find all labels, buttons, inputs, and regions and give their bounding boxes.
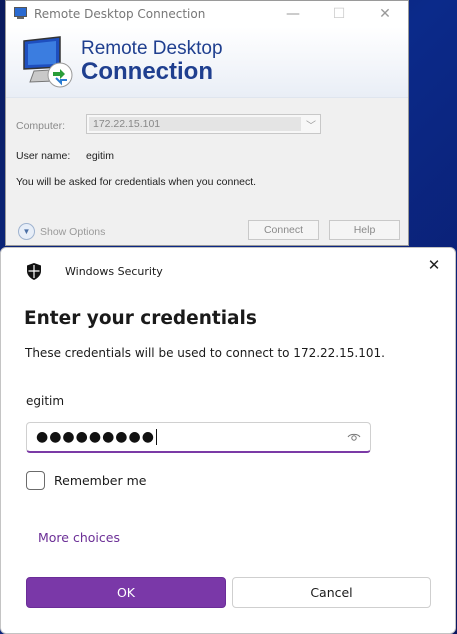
rdc-window: Remote Desktop Connection — ☐ ✕ Remote D… — [5, 0, 409, 246]
expand-chevron-icon[interactable]: ▼ — [18, 223, 35, 240]
computer-combobox[interactable]: 172.22.15.101 ﹀ — [86, 114, 321, 134]
dialog-username: egitim — [26, 394, 65, 408]
remember-me-label[interactable]: Remember me — [54, 473, 146, 488]
password-mask: ●●●●●●●●● — [36, 429, 155, 445]
banner-title-line2: Connection — [81, 58, 213, 85]
help-button[interactable]: Help — [329, 220, 400, 240]
windows-security-dialog: Windows Security ✕ Enter your credential… — [0, 247, 456, 634]
remember-me-checkbox[interactable] — [26, 471, 45, 490]
more-choices-link[interactable]: More choices — [38, 530, 120, 545]
ok-button[interactable]: OK — [26, 577, 226, 608]
computer-label: Computer: — [16, 120, 66, 132]
dropdown-chevron-icon[interactable]: ﹀ — [306, 117, 316, 132]
banner-title-line1: Remote Desktop — [81, 38, 223, 59]
minimize-button[interactable]: — — [270, 1, 316, 27]
eye-icon[interactable] — [347, 430, 361, 444]
rdc-title: Remote Desktop Connection — [34, 7, 206, 21]
password-field[interactable]: ●●●●●●●●● — [26, 422, 371, 453]
credentials-hint: You will be asked for credentials when y… — [16, 176, 257, 188]
username-value: egitim — [86, 150, 115, 162]
dialog-description: These credentials will be used to connec… — [25, 346, 385, 360]
shield-icon — [27, 263, 41, 280]
maximize-button[interactable]: ☐ — [316, 1, 362, 27]
dialog-heading: Enter your credentials — [24, 308, 257, 329]
cancel-button[interactable]: Cancel — [232, 577, 431, 608]
rdc-app-icon — [14, 7, 28, 21]
rdc-monitor-icon — [23, 36, 73, 88]
rdc-titlebar[interactable]: Remote Desktop Connection — ☐ ✕ — [6, 1, 408, 27]
computer-value: 172.22.15.101 — [89, 117, 301, 131]
show-options-label: Show Options — [40, 225, 106, 238]
connect-button[interactable]: Connect — [248, 220, 319, 240]
close-icon[interactable]: ✕ — [426, 256, 442, 274]
rdc-banner: Remote Desktop Connection — [6, 27, 408, 98]
close-button[interactable]: ✕ — [362, 1, 408, 27]
show-options-toggle[interactable]: ▼ Show Options — [18, 223, 105, 240]
username-label: User name: — [16, 150, 71, 162]
dialog-app-name: Windows Security — [65, 265, 163, 278]
